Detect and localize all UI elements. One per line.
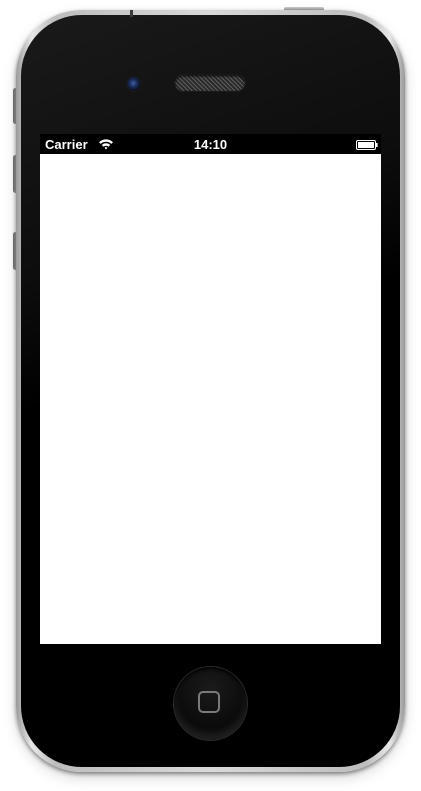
simulator-window: Carrier 14:10 [0, 0, 421, 791]
status-bar: Carrier 14:10 [40, 134, 381, 154]
antenna-notch [130, 10, 133, 17]
battery-icon [356, 140, 378, 150]
clock-time: 14:10 [193, 137, 228, 152]
device-screen[interactable]: Carrier 14:10 [40, 134, 381, 644]
home-button-icon [198, 691, 220, 713]
front-camera-icon [127, 77, 141, 91]
home-button[interactable] [174, 667, 247, 740]
earpiece-speaker-icon [175, 75, 245, 91]
app-content-area[interactable] [40, 154, 381, 644]
